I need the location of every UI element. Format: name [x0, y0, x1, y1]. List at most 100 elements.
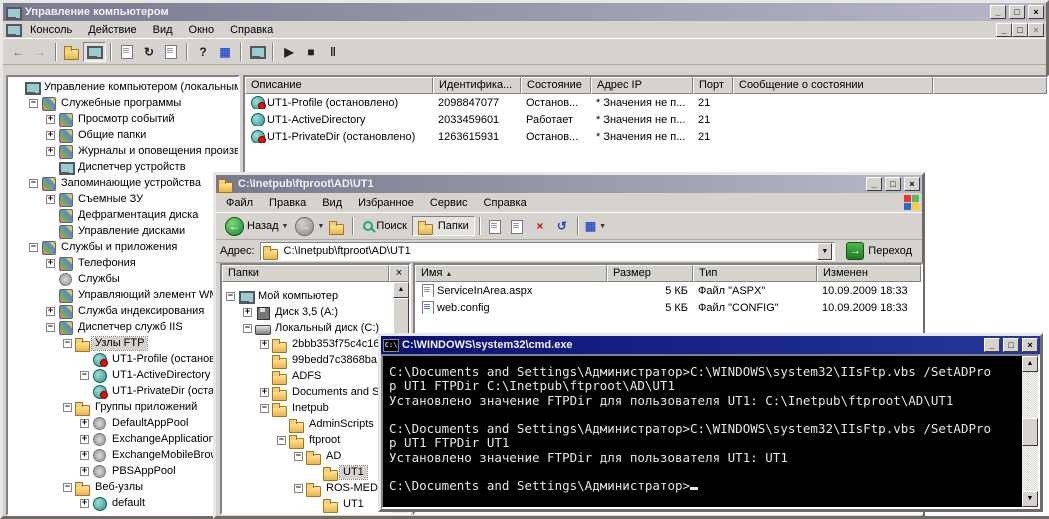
console-tree-item[interactable]: − Узлы FTP	[8, 335, 238, 352]
console-tree-item[interactable]: + DefaultAppPool	[8, 415, 238, 431]
plus-expander-icon[interactable]: +	[80, 466, 89, 476]
menu-item[interactable]: Избранное	[350, 196, 422, 210]
file-column-header[interactable]: Имя ▲	[415, 265, 607, 282]
folders-pane-close-icon[interactable]: ×	[389, 265, 409, 282]
plus-expander-icon[interactable]: +	[80, 498, 89, 508]
console-tree-item[interactable]: UT1-PrivateDir (остано	[8, 383, 238, 399]
minus-expander-icon[interactable]: −	[46, 322, 55, 332]
plus-expander-icon[interactable]: +	[260, 339, 269, 349]
back-button[interactable]: ← Назад ▼	[220, 216, 293, 236]
console-tree-item[interactable]: + Съемные ЗУ	[8, 191, 238, 207]
explorer-minimize-button[interactable]: _	[866, 177, 882, 191]
file-column-header[interactable]: Изменен	[817, 265, 921, 282]
copy-to-button[interactable]	[507, 216, 529, 236]
cmd-close-button[interactable]: ×	[1022, 338, 1038, 352]
minus-expander-icon[interactable]: −	[294, 451, 303, 461]
menu-item[interactable]: Правка	[261, 196, 314, 210]
plus-expander-icon[interactable]: +	[46, 130, 55, 140]
column-header[interactable]: Состояние	[521, 77, 591, 94]
cmd-scroll-down-icon[interactable]: ▼	[1022, 491, 1038, 507]
move-to-button[interactable]	[485, 216, 507, 236]
explorer-maximize-button[interactable]: □	[885, 177, 901, 191]
up-button[interactable]	[326, 216, 348, 236]
console-tree-item[interactable]: − Диспетчер служб IIS	[8, 319, 238, 335]
cmd-minimize-button[interactable]: _	[984, 338, 1000, 352]
console-tree-item[interactable]: − Группы приложений	[8, 399, 238, 416]
forward-button[interactable]: → ▼	[293, 216, 326, 236]
back-dropdown-icon[interactable]: ▼	[282, 223, 289, 230]
minus-expander-icon[interactable]: −	[294, 483, 303, 493]
cmd-scroll-up-icon[interactable]: ▲	[1022, 356, 1038, 372]
menu-item[interactable]: Вид	[145, 23, 181, 37]
computer-button[interactable]	[246, 42, 268, 62]
plus-expander-icon[interactable]: +	[46, 306, 55, 316]
console-tree-item[interactable]: + default	[8, 495, 238, 511]
menu-item[interactable]: Справка	[222, 23, 281, 37]
column-header[interactable]: Идентифика...	[433, 77, 521, 94]
cmd-console[interactable]: C:\Documents and Settings\Администратор>…	[381, 354, 1040, 509]
delete-button[interactable]: ×	[529, 216, 551, 236]
minus-expander-icon[interactable]: −	[29, 242, 38, 252]
file-row[interactable]: ServiceInArea.aspx 5 КБ Файл "ASPX" 10.09.2…	[415, 282, 921, 299]
pause-button[interactable]: ‖	[322, 42, 344, 62]
menu-item[interactable]: Действие	[80, 23, 144, 37]
console-tree-item[interactable]: + ExchangeApplicationPo	[8, 431, 238, 447]
mdi-close-button[interactable]: ×	[1028, 22, 1044, 37]
menu-item[interactable]: Справка	[476, 196, 535, 210]
plus-expander-icon[interactable]: +	[46, 146, 55, 156]
file-row[interactable]: web.config 5 КБ Файл "CONFIG" 10.09.2009 18…	[415, 299, 921, 316]
plus-expander-icon[interactable]: +	[80, 450, 89, 460]
console-tree-item[interactable]: + Телефония	[8, 255, 238, 271]
minus-expander-icon[interactable]: −	[243, 323, 252, 333]
explorer-close-button[interactable]: ×	[904, 177, 920, 191]
minimize-button[interactable]: _	[990, 5, 1006, 19]
console-tree-item[interactable]: Управление компьютером (локальным)	[8, 79, 238, 95]
explorer-tree-item[interactable]: + Диск 3,5 (A:)	[222, 304, 409, 320]
console-tree-item[interactable]: − Службы и приложения	[8, 239, 238, 255]
up-folder-button[interactable]	[61, 42, 83, 62]
close-button[interactable]: ×	[1028, 5, 1044, 19]
menu-item[interactable]: Сервис	[422, 196, 476, 210]
show-tree-button[interactable]	[83, 41, 106, 62]
explorer-tree-item[interactable]: − Мой компьютер	[222, 288, 409, 304]
plus-expander-icon[interactable]: +	[46, 194, 55, 204]
explorer-title-bar[interactable]: C:\Inetpub\ftproot\AD\UT1 _ □ ×	[216, 175, 922, 193]
folders-scroll-up-icon[interactable]: ▲	[393, 282, 409, 298]
cmd-scroll-thumb[interactable]	[1022, 418, 1038, 446]
menu-item[interactable]: Консоль	[22, 23, 80, 37]
title-bar[interactable]: Управление компьютером _ □ ×	[3, 3, 1046, 21]
refresh-button[interactable]: ↻	[138, 42, 160, 62]
console-tree-item[interactable]: + PBSAppPool	[8, 463, 238, 479]
plus-expander-icon[interactable]: +	[80, 418, 89, 428]
cmd-maximize-button[interactable]: □	[1003, 338, 1019, 352]
menu-item[interactable]: Окно	[181, 23, 223, 37]
console-tree-item[interactable]: + ExchangeMobileBrowse	[8, 447, 238, 463]
minus-expander-icon[interactable]: −	[29, 178, 38, 188]
minus-expander-icon[interactable]: −	[63, 402, 72, 412]
console-tree-item[interactable]: + Общие папки	[8, 127, 238, 143]
console-tree-item[interactable]: − Запоминающие устройства	[8, 175, 238, 191]
minus-expander-icon[interactable]: −	[80, 370, 89, 380]
console-tree-item[interactable]: − Веб-узлы	[8, 479, 238, 496]
go-button[interactable]: → Переход	[840, 241, 918, 261]
plus-expander-icon[interactable]: +	[243, 307, 252, 317]
column-header[interactable]: Порт	[693, 77, 733, 94]
console-tree-item[interactable]: Службы	[8, 271, 238, 287]
console-tree-item[interactable]: − Служебные программы	[8, 95, 238, 111]
forward-button[interactable]: →	[29, 42, 51, 62]
menu-item[interactable]: Файл	[218, 196, 261, 210]
console-tree-item[interactable]: UT1-Profile (остановл	[8, 351, 238, 367]
stop-button[interactable]: ■	[300, 42, 322, 62]
console-tree-item[interactable]: + Служба индексирования	[8, 303, 238, 319]
help-button[interactable]: ?	[192, 42, 214, 62]
minus-expander-icon[interactable]: −	[260, 403, 269, 413]
console-tree-item[interactable]: Дефрагментация диска	[8, 207, 238, 223]
console-tree-item[interactable]: + Журналы и оповещения производ	[8, 143, 238, 159]
properties-button[interactable]	[116, 42, 138, 62]
start-button[interactable]: ▶	[278, 42, 300, 62]
ftp-site-row[interactable]: UT1-PrivateDir (остановлено) 1263615931 Ос…	[245, 128, 1047, 145]
console-tree-item[interactable]: Диспетчер устройств	[8, 159, 238, 175]
file-column-header[interactable]: Размер	[607, 265, 693, 282]
console-tree-item[interactable]: − UT1-ActiveDirectory	[8, 367, 238, 383]
file-column-header[interactable]: Тип	[693, 265, 817, 282]
